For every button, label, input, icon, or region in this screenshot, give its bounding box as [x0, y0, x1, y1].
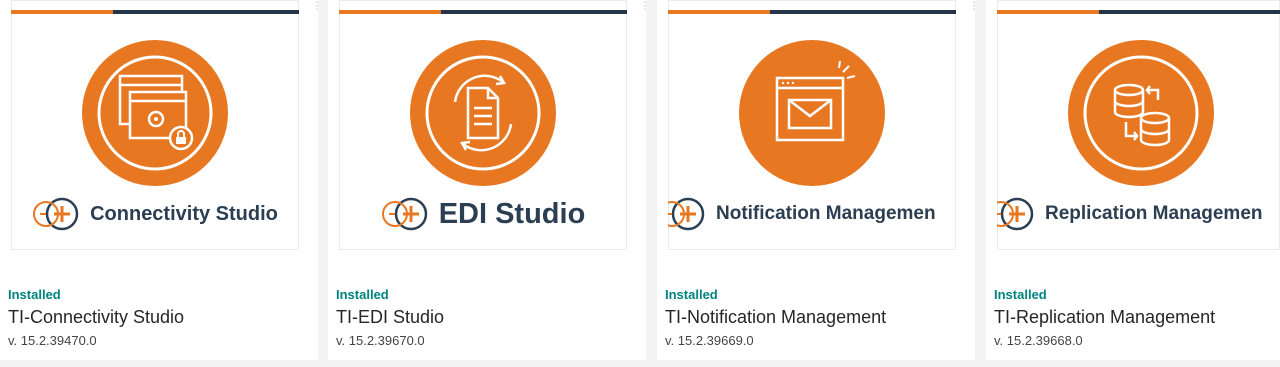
product-card-connectivity-studio[interactable]: Connectivity Studio ⋮ Installed TI-Conne… [0, 0, 322, 360]
product-brand: Connectivity Studio [11, 188, 299, 240]
card-top-bar [339, 10, 627, 14]
connectivity-studio-icon [82, 40, 228, 186]
product-name[interactable]: TI-EDI Studio [336, 307, 444, 328]
brand-text: Notification Managemen [716, 203, 936, 224]
status-badge: Installed [336, 287, 389, 302]
plus-logo-icon [32, 197, 80, 231]
product-card-replication-management[interactable]: Replication Managemen Installed TI-Repli… [986, 0, 1280, 360]
card-info: Installed TI-Connectivity Studio v. 15.2… [0, 274, 318, 360]
product-brand: Replication Managemen [997, 188, 1280, 240]
product-brand: Notification Managemen [668, 188, 956, 240]
more-options-icon[interactable]: ⋮ [640, 0, 650, 14]
more-options-icon[interactable]: ⋮ [969, 0, 979, 14]
brand-text: EDI Studio [438, 197, 586, 230]
status-badge: Installed [665, 287, 718, 302]
card-info: Installed TI-EDI Studio v. 15.2.39670.0 [328, 274, 646, 360]
product-name[interactable]: TI-Replication Management [994, 307, 1215, 328]
product-name[interactable]: TI-Notification Management [665, 307, 886, 328]
product-version: v. 15.2.39668.0 [994, 333, 1083, 348]
plus-logo-icon [668, 197, 706, 231]
product-tile: Notification Managemen [668, 0, 956, 250]
brand-text: Connectivity Studio [90, 202, 278, 225]
plus-logo-icon [997, 197, 1035, 231]
edi-studio-icon [410, 40, 556, 186]
product-tile: Replication Managemen [997, 0, 1280, 250]
product-brand: EDI Studio [339, 188, 627, 240]
product-card-edi-studio[interactable]: EDI Studio ⋮ Installed TI-EDI Studio v. … [328, 0, 650, 360]
status-badge: Installed [994, 287, 1047, 302]
status-badge: Installed [8, 287, 61, 302]
product-tile: Connectivity Studio [11, 0, 299, 250]
card-top-bar [668, 10, 956, 14]
brand-text: Replication Managemen [1045, 203, 1263, 224]
notification-management-icon [739, 40, 885, 186]
product-version: v. 15.2.39670.0 [336, 333, 425, 348]
card-info: Installed TI-Notification Management v. … [657, 274, 975, 360]
product-name[interactable]: TI-Connectivity Studio [8, 307, 184, 328]
product-version: v. 15.2.39470.0 [8, 333, 97, 348]
card-info: Installed TI-Replication Management v. 1… [986, 274, 1280, 360]
product-card-notification-management[interactable]: Notification Managemen ⋮ Installed TI-No… [657, 0, 979, 360]
more-options-icon[interactable]: ⋮ [312, 0, 322, 14]
plus-logo-icon [381, 197, 429, 231]
product-version: v. 15.2.39669.0 [665, 333, 754, 348]
replication-management-icon [1068, 40, 1214, 186]
card-top-bar [997, 10, 1280, 14]
card-top-bar [11, 10, 299, 14]
product-tile: EDI Studio [339, 0, 627, 250]
